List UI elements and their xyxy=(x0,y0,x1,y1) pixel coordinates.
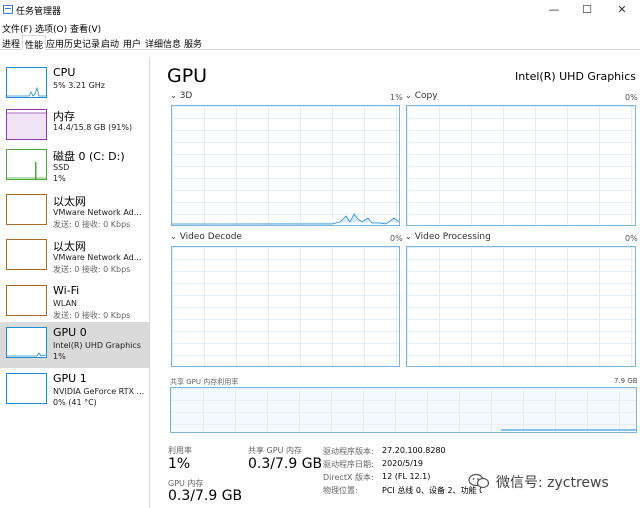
graph-video-decode-percent: 0% xyxy=(390,234,403,243)
gpu-memory-value: 0.3/7.9 GB xyxy=(168,488,243,504)
sidebar-item-title: 磁盘 0 (C: D:) xyxy=(53,150,125,163)
graph-copy-selector[interactable]: ⌄ Copy xyxy=(405,91,438,101)
sidebar-item-throughput: 发送: 0 接收: 0 Kbps xyxy=(53,311,131,320)
graph-video-decode-label: Video Decode xyxy=(179,232,242,242)
watermark: 微信号: zyctrews xyxy=(468,471,638,491)
directx-version-label: DirectX 版本: xyxy=(323,473,374,482)
shared-memory-graph xyxy=(170,387,637,433)
graph-video-processing-label: Video Processing xyxy=(414,232,491,242)
sidebar-item-title: CPU xyxy=(53,66,76,79)
driver-date-value: 2020/5/19 xyxy=(382,459,424,468)
tab-performance[interactable]: 性能 xyxy=(22,35,47,51)
sidebar-item-title: GPU 1 xyxy=(53,372,87,385)
sidebar-item-title: 以太网 xyxy=(53,195,86,208)
physical-location-value: PCI 总线 0、设备 2、功能 0 xyxy=(382,486,482,495)
device-name: Intel(R) UHD Graphics xyxy=(515,70,636,83)
sidebar-item-throughput: 发送: 0 接收: 0 Kbps xyxy=(53,220,131,229)
graph-video-decode-selector[interactable]: ⌄ Video Decode xyxy=(170,232,242,242)
close-button[interactable]: ✕ xyxy=(606,0,638,20)
sidebar-item-usage: 1% xyxy=(53,174,66,183)
sidebar-item-gpu-1[interactable]: GPU 1 NVIDIA GeForce RTX ... 0% (41 °C) xyxy=(0,368,150,414)
sidebar-item-throughput: 发送: 0 接收: 0 Kbps xyxy=(53,265,131,274)
sidebar-item-gpu-0[interactable]: GPU 0 Intel(R) UHD Graphics 1% xyxy=(0,322,150,368)
driver-version-value: 27.20.100.8280 xyxy=(382,446,446,455)
sidebar-item-detail: WLAN xyxy=(53,299,78,308)
tab-startup[interactable]: 启动 xyxy=(101,37,119,50)
ethernet-thumbnail xyxy=(6,194,47,225)
gpu-1-thumbnail xyxy=(6,373,47,404)
chevron-down-icon: ⌄ xyxy=(405,232,412,241)
tab-services[interactable]: 服务 xyxy=(184,37,202,50)
graph-video-processing-percent: 0% xyxy=(625,234,638,243)
page-title: GPU xyxy=(167,65,208,87)
tab-app-history[interactable]: 应用历史记录 xyxy=(46,37,100,50)
sidebar-item-title: Wi-Fi xyxy=(53,284,80,297)
graph-video-decode xyxy=(171,246,400,367)
utilization-value: 1% xyxy=(168,456,191,472)
graph-3d-label: 3D xyxy=(179,91,193,101)
chevron-down-icon: ⌄ xyxy=(170,232,177,241)
maximize-button[interactable]: ☐ xyxy=(571,0,603,20)
menu-bar: 文件(F) 选项(O) 查看(V) xyxy=(0,20,640,35)
task-manager-icon xyxy=(3,5,13,14)
chevron-down-icon: ⌄ xyxy=(170,91,177,100)
utilization-label: 利用率 xyxy=(168,446,192,455)
driver-date-label: 驱动程序日期: xyxy=(323,460,374,469)
sidebar-item-usage: 1% xyxy=(53,352,66,361)
window-title: 任务管理器 xyxy=(16,7,62,17)
sidebar-item-detail: VMware Network Ad... xyxy=(53,208,142,217)
watermark-text: 微信号: zyctrews xyxy=(496,475,609,491)
wechat-icon xyxy=(468,473,490,489)
sidebar-item-detail: 5% 3.21 GHz xyxy=(53,81,106,90)
graph-video-processing-selector[interactable]: ⌄ Video Processing xyxy=(405,232,491,242)
title-bar: 任务管理器 — ☐ ✕ xyxy=(0,0,640,20)
sidebar-item-cpu[interactable]: CPU 5% 3.21 GHz xyxy=(0,62,150,108)
sidebar-item-title: GPU 0 xyxy=(53,326,87,339)
graph-copy xyxy=(406,105,636,226)
sidebar-item-detail: Intel(R) UHD Graphics xyxy=(53,341,141,350)
chevron-down-icon: ⌄ xyxy=(405,91,412,100)
driver-version-label: 驱动程序版本: xyxy=(323,447,374,456)
cpu-thumbnail xyxy=(6,67,47,98)
menu-options[interactable]: 选项(O) xyxy=(35,22,67,35)
sidebar-item-detail: SSD xyxy=(53,163,70,172)
ethernet-thumbnail xyxy=(6,239,47,270)
sidebar-item-detail: VMware Network Ad... xyxy=(53,253,142,262)
wifi-thumbnail xyxy=(6,285,47,316)
shared-memory-max: 7.9 GB xyxy=(614,377,638,385)
menu-view[interactable]: 查看(V) xyxy=(70,22,101,35)
sidebar-item-detail: NVIDIA GeForce RTX ... xyxy=(53,387,145,396)
menu-file[interactable]: 文件(F) xyxy=(2,22,32,35)
disk-thumbnail xyxy=(6,149,47,180)
tab-processes[interactable]: 进程 xyxy=(2,37,20,50)
sidebar-item-disk[interactable]: 磁盘 0 (C: D:) SSD 1% xyxy=(0,144,150,190)
directx-version-value: 12 (FL 12.1) xyxy=(382,472,431,481)
sidebar-item-wifi[interactable]: Wi-Fi WLAN 发送: 0 接收: 0 Kbps xyxy=(0,280,150,326)
minimize-button[interactable]: — xyxy=(538,0,570,20)
graph-3d-selector[interactable]: ⌄ 3D xyxy=(170,91,192,101)
sidebar-item-ethernet-2[interactable]: 以太网 VMware Network Ad... 发送: 0 接收: 0 Kbp… xyxy=(0,234,150,280)
tab-details[interactable]: 详细信息 xyxy=(145,37,181,50)
sidebar-item-title: 以太网 xyxy=(53,240,86,253)
shared-gpu-memory-label: 共享 GPU 内存 xyxy=(248,446,302,455)
physical-location-label: 物理位置: xyxy=(323,486,358,495)
sidebar-item-ethernet-1[interactable]: 以太网 VMware Network Ad... 发送: 0 接收: 0 Kbp… xyxy=(0,189,150,235)
graph-3d-percent: 1% xyxy=(390,93,403,102)
tab-users[interactable]: 用户 xyxy=(123,37,141,50)
graph-copy-label: Copy xyxy=(414,91,438,101)
tab-bar: 进程 性能 应用历史记录 启动 用户 详细信息 服务 xyxy=(0,35,640,51)
resource-sidebar: CPU 5% 3.21 GHz 内存 14.4/15.8 GB (91%) 磁盘… xyxy=(0,58,150,508)
gpu-detail-panel: GPU Intel(R) UHD Graphics ⌄ 3D 1% ⌄ Copy 0… xyxy=(151,58,640,508)
graph-copy-percent: 0% xyxy=(625,93,638,102)
memory-thumbnail xyxy=(6,109,47,140)
gpu-0-thumbnail xyxy=(6,327,47,358)
shared-gpu-memory-value: 0.3/7.9 GB xyxy=(248,456,323,472)
graph-video-processing xyxy=(406,246,636,367)
graph-3d xyxy=(171,105,400,226)
shared-memory-label: 共享 GPU 内存利用率 xyxy=(170,378,239,386)
sidebar-item-title: 内存 xyxy=(53,110,75,123)
sidebar-item-usage: 0% (41 °C) xyxy=(53,398,97,407)
sidebar-item-detail: 14.4/15.8 GB (91%) xyxy=(53,123,133,132)
